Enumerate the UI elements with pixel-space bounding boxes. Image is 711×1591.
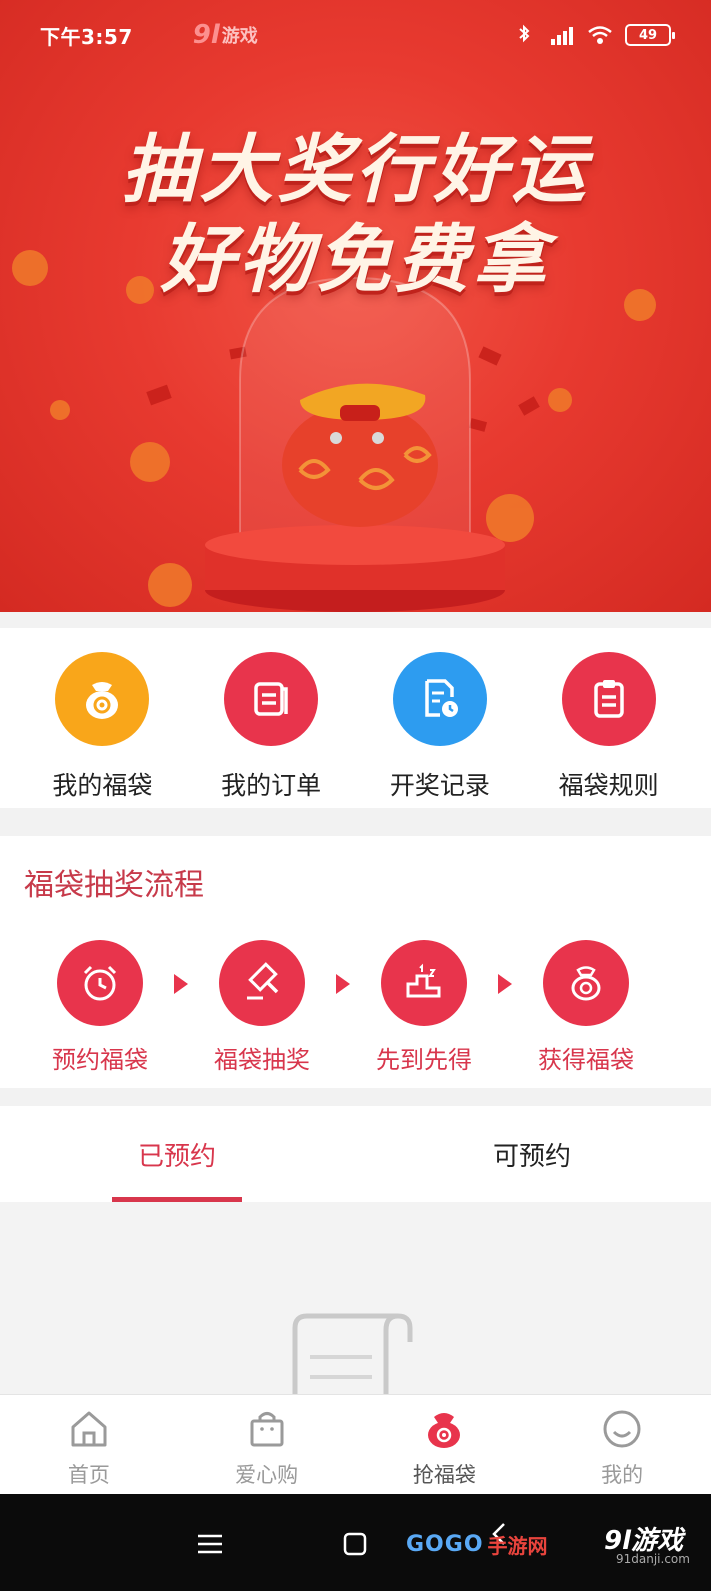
empty-state <box>0 1202 711 1394</box>
reservation-tabs: 已预约 可预约 <box>0 1106 711 1202</box>
tab-reserved[interactable]: 已预约 <box>0 1106 355 1202</box>
quick-label: 我的福袋 <box>52 771 153 800</box>
nav-label: 首页 <box>67 1463 110 1487</box>
alarm-clock-icon <box>57 940 143 1026</box>
step-label: 先到先得 <box>376 1046 472 1074</box>
quick-label: 福袋规则 <box>558 771 659 800</box>
nav-charity-shop[interactable]: 爱心购 <box>178 1395 356 1494</box>
step-obtain: 获得福袋 <box>526 940 646 1075</box>
gogo-watermark: GOGO 手游网 <box>406 1530 548 1559</box>
step-label: 获得福袋 <box>538 1046 634 1074</box>
status-time: 下午3:57 <box>40 24 133 49</box>
gavel-icon <box>219 940 305 1026</box>
watermark-logo-text: 游戏 <box>221 26 258 47</box>
bottom-nav: 首页 爱心购 抢福袋 我的 <box>0 1394 711 1494</box>
smile-icon <box>603 1410 641 1448</box>
process-steps: 预约福袋 福袋抽奖 先到先得 获得福袋 <box>0 940 711 1075</box>
lucky-bag-icon <box>55 652 150 746</box>
step-reserve: 预约福袋 <box>40 940 160 1075</box>
quick-item-my-orders[interactable]: 我的订单 <box>201 628 341 808</box>
order-icon <box>224 652 319 746</box>
bluetooth-icon <box>519 24 530 43</box>
tab-available[interactable]: 可预约 <box>355 1106 710 1202</box>
quick-menu: 我的福袋 我的订单 开奖记录 福袋规则 <box>0 628 711 808</box>
watermark-logo-mark: 9l <box>192 20 220 50</box>
process-section: 福袋抽奖流程 预约福袋 福袋抽奖 先到先得 获得福袋 <box>0 836 711 1088</box>
status-bar: 下午3:57 9l 游戏 49 <box>0 0 711 70</box>
brand-watermark-url: 91danji.com <box>616 1552 690 1566</box>
nav-label: 我的 <box>601 1463 644 1487</box>
banner-title-line2: 好物免费拿 <box>160 217 551 303</box>
quick-item-my-lucky-bag[interactable]: 我的福袋 <box>32 628 172 808</box>
step-label: 福袋抽奖 <box>214 1046 310 1074</box>
record-icon <box>392 652 487 746</box>
empty-document-icon <box>292 1313 413 1394</box>
lucky-bag-icon <box>428 1413 461 1448</box>
step-arrow <box>484 940 526 1075</box>
step-first-come: 先到先得 <box>364 940 484 1075</box>
wifi-icon <box>588 26 612 44</box>
quick-item-draw-records[interactable]: 开奖记录 <box>370 628 510 808</box>
quick-item-rules[interactable]: 福袋规则 <box>539 628 679 808</box>
rules-icon <box>561 652 656 746</box>
nav-profile[interactable]: 我的 <box>533 1395 711 1494</box>
step-draw: 福袋抽奖 <box>202 940 322 1075</box>
nav-grab-lucky-bag[interactable]: 抢福袋 <box>356 1395 534 1494</box>
step-arrow <box>160 940 202 1075</box>
battery-indicator: 49 <box>625 24 675 46</box>
process-title: 福袋抽奖流程 <box>24 868 204 903</box>
gogo-watermark-cn: 手游网 <box>487 1534 548 1558</box>
podium-icon <box>381 940 467 1026</box>
nav-home[interactable]: 首页 <box>0 1395 178 1494</box>
home-square-icon[interactable] <box>335 1524 375 1564</box>
signal-icon <box>551 27 573 45</box>
system-nav-bar: GOGO 手游网 9l游戏 91danji.com <box>0 1494 711 1591</box>
nav-label: 爱心购 <box>235 1463 299 1487</box>
shopping-bag-icon <box>250 1412 284 1447</box>
lucky-bag-icon <box>543 940 629 1026</box>
hero-banner: 下午3:57 9l 游戏 49 抽大奖行好运 好物免费拿 <box>0 0 711 612</box>
quick-label: 我的订单 <box>221 771 322 800</box>
menu-icon[interactable] <box>190 1524 230 1564</box>
nav-label: 抢福袋 <box>412 1463 476 1487</box>
gogo-watermark-brand: GOGO <box>406 1532 484 1557</box>
watermark-logo: 9l 游戏 <box>193 20 258 50</box>
quick-label: 开奖记录 <box>389 771 490 800</box>
step-arrow <box>322 940 364 1075</box>
home-icon <box>71 1411 107 1447</box>
step-label: 预约福袋 <box>52 1046 148 1074</box>
